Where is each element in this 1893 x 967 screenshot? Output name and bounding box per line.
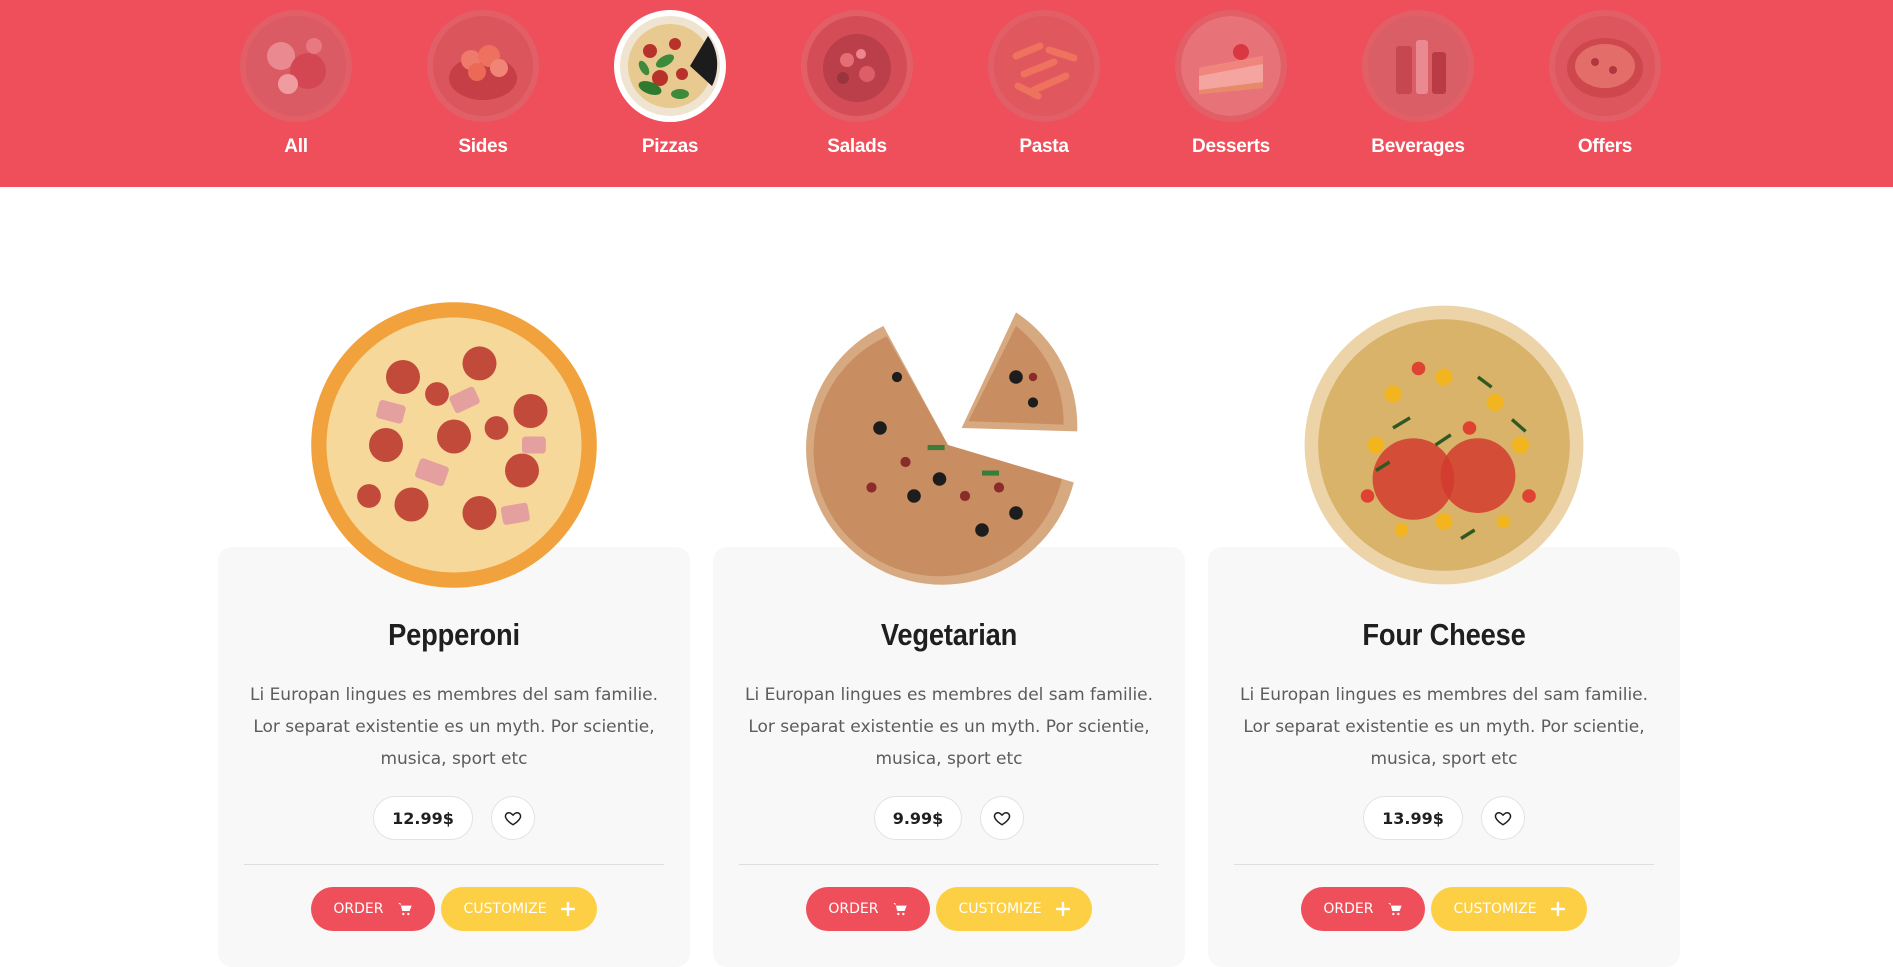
vegetarian-pizza-image — [778, 275, 1118, 615]
category-label: Desserts — [1192, 136, 1270, 157]
category-label: Beverages — [1371, 136, 1465, 157]
favorite-button[interactable] — [1480, 796, 1525, 840]
customize-label: CUSTOMIZE — [958, 901, 1042, 917]
order-button[interactable]: ORDER — [806, 887, 931, 931]
pepperoni-pizza-image — [284, 275, 624, 615]
pasta-icon — [988, 10, 1100, 122]
category-all[interactable]: All — [221, 10, 371, 158]
favorite-button[interactable] — [490, 796, 535, 840]
chicken-wings-icon — [427, 10, 539, 122]
salad-icon — [801, 10, 913, 122]
plus-icon — [560, 902, 575, 916]
cart-icon — [893, 903, 908, 916]
product-price: 9.99$ — [873, 796, 963, 840]
drinks-icon — [1362, 10, 1474, 122]
plus-icon — [1550, 902, 1565, 916]
category-offers[interactable]: Offers — [1530, 10, 1680, 158]
card-divider — [739, 864, 1159, 865]
cart-icon — [398, 903, 413, 916]
product-description: Li Europan lingues es membres del sam fa… — [744, 685, 1154, 769]
product-title: Pepperoni — [388, 617, 520, 652]
customize-label: CUSTOMIZE — [1453, 901, 1537, 917]
order-button[interactable]: ORDER — [1301, 887, 1426, 931]
product-description: Li Europan lingues es membres del sam fa… — [249, 685, 659, 769]
order-button[interactable]: ORDER — [311, 887, 436, 931]
customize-label: CUSTOMIZE — [463, 901, 547, 917]
heart-icon — [994, 812, 1011, 826]
category-label: Sides — [458, 136, 508, 157]
category-label: Offers — [1577, 136, 1633, 157]
customize-button[interactable]: CUSTOMIZE — [1431, 887, 1587, 931]
category-label: All — [284, 136, 308, 157]
product-title: Vegetarian — [880, 617, 1018, 652]
category-label: Pasta — [1019, 136, 1069, 157]
category-label: Pizzas — [641, 136, 699, 157]
pizza-icon — [614, 10, 726, 122]
cart-icon — [1388, 903, 1403, 916]
heart-icon — [504, 812, 522, 826]
category-desserts[interactable]: Desserts — [1156, 10, 1306, 158]
product-description: Li Europan lingues es membres del sam fa… — [1239, 685, 1649, 769]
category-label: Salads — [827, 136, 887, 157]
order-label: ORDER — [1323, 901, 1374, 917]
four-cheese-pizza-image — [1274, 275, 1614, 615]
category-sides[interactable]: Sides — [408, 10, 558, 158]
customize-button[interactable]: CUSTOMIZE — [441, 887, 597, 931]
category-pasta[interactable]: Pasta — [969, 10, 1119, 158]
cheesecake-icon — [1175, 10, 1287, 122]
order-label: ORDER — [828, 901, 879, 917]
order-label: ORDER — [333, 901, 384, 917]
plus-icon — [1055, 902, 1070, 916]
product-price: 13.99$ — [1363, 796, 1463, 840]
product-title: Four Cheese — [1362, 617, 1526, 652]
card-divider — [244, 864, 664, 865]
category-beverages[interactable]: Beverages — [1343, 10, 1493, 158]
customize-button[interactable]: CUSTOMIZE — [936, 887, 1092, 931]
food-platter-icon — [240, 10, 352, 122]
category-salads[interactable]: Salads — [782, 10, 932, 158]
card-divider — [1234, 864, 1654, 865]
category-pizzas[interactable]: Pizzas — [595, 10, 745, 158]
favorite-button[interactable] — [980, 796, 1025, 840]
category-nav: All Sides Pizzas Salads Pasta Desserts B… — [0, 0, 1893, 187]
product-price: 12.99$ — [373, 796, 473, 840]
heart-icon — [1494, 812, 1512, 826]
offer-pizza-icon — [1549, 10, 1661, 122]
